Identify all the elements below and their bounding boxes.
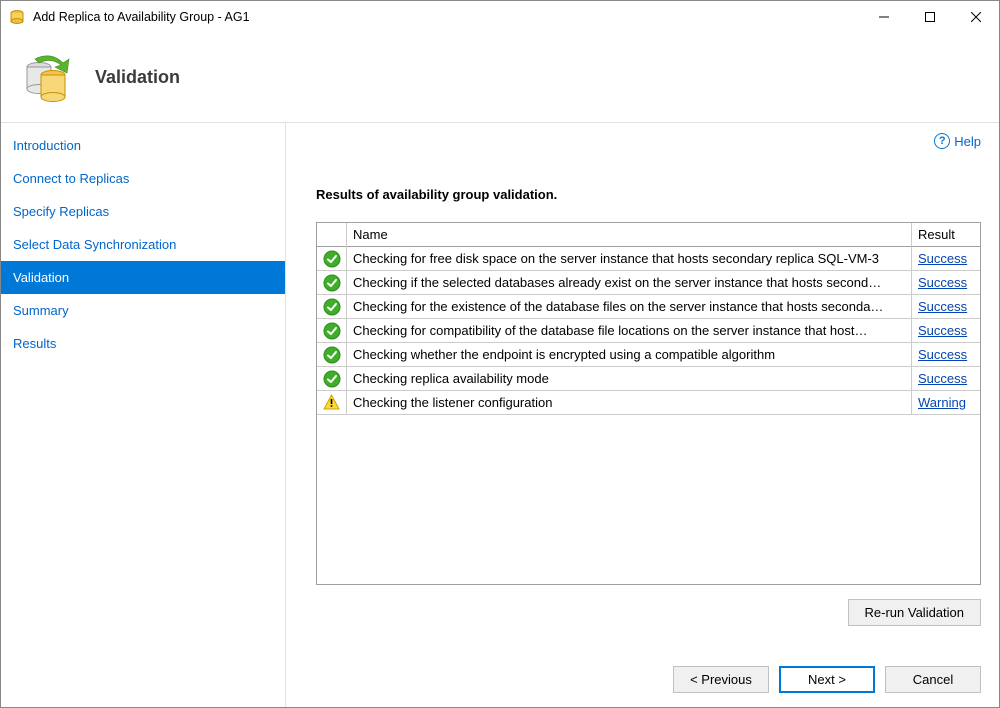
row-name: Checking the listener configuration bbox=[347, 391, 912, 414]
grid-body: Checking for free disk space on the serv… bbox=[317, 247, 980, 584]
page-title: Validation bbox=[95, 67, 180, 88]
cancel-button[interactable]: Cancel bbox=[885, 666, 981, 693]
row-name: Checking for compatibility of the databa… bbox=[347, 319, 912, 342]
help-link[interactable]: ? Help bbox=[934, 133, 981, 149]
row-status-icon bbox=[317, 342, 347, 368]
table-row[interactable]: Checking the listener configurationWarni… bbox=[317, 391, 980, 415]
sidebar-item-validation[interactable]: Validation bbox=[1, 261, 285, 294]
grid-header-name[interactable]: Name bbox=[347, 223, 912, 247]
sidebar-item-results[interactable]: Results bbox=[1, 327, 285, 360]
maximize-button[interactable] bbox=[907, 1, 953, 33]
sidebar-item-connect-to-replicas[interactable]: Connect to Replicas bbox=[1, 162, 285, 195]
row-status-icon bbox=[317, 390, 347, 415]
success-icon bbox=[323, 298, 341, 316]
row-result-link[interactable]: Success bbox=[912, 271, 980, 294]
row-result-link[interactable]: Success bbox=[912, 319, 980, 342]
row-status-icon bbox=[317, 294, 347, 320]
success-icon bbox=[323, 250, 341, 268]
wizard-body: Introduction Connect to Replicas Specify… bbox=[1, 123, 999, 707]
row-name: Checking for the existence of the databa… bbox=[347, 295, 912, 318]
wizard-footer: < Previous Next > Cancel bbox=[316, 666, 981, 693]
next-button[interactable]: Next > bbox=[779, 666, 875, 693]
window-controls bbox=[861, 1, 999, 33]
rerun-validation-button[interactable]: Re-run Validation bbox=[848, 599, 981, 626]
results-heading: Results of availability group validation… bbox=[316, 187, 981, 202]
minimize-button[interactable] bbox=[861, 1, 907, 33]
row-name: Checking replica availability mode bbox=[347, 367, 912, 390]
previous-button[interactable]: < Previous bbox=[673, 666, 769, 693]
row-name: Checking whether the endpoint is encrypt… bbox=[347, 343, 912, 366]
row-name: Checking if the selected databases alrea… bbox=[347, 271, 912, 294]
grid-header: Name Result bbox=[317, 223, 980, 247]
row-status-icon bbox=[317, 318, 347, 344]
wizard-header: Validation bbox=[1, 33, 999, 123]
success-icon bbox=[323, 322, 341, 340]
row-status-icon bbox=[317, 270, 347, 296]
help-icon: ? bbox=[934, 133, 950, 149]
success-icon bbox=[323, 370, 341, 388]
row-status-icon bbox=[317, 366, 347, 392]
table-row[interactable]: Checking for free disk space on the serv… bbox=[317, 247, 980, 271]
row-result-link[interactable]: Success bbox=[912, 343, 980, 366]
grid-header-result[interactable]: Result bbox=[912, 223, 980, 247]
validation-results-grid: Name Result Checking for free disk space… bbox=[316, 222, 981, 585]
row-result-link[interactable]: Warning bbox=[912, 391, 980, 414]
sidebar-item-introduction[interactable]: Introduction bbox=[1, 129, 285, 162]
validation-header-icon bbox=[21, 53, 71, 103]
sidebar-item-specify-replicas[interactable]: Specify Replicas bbox=[1, 195, 285, 228]
row-result-link[interactable]: Success bbox=[912, 295, 980, 318]
grid-header-icon bbox=[317, 223, 347, 247]
wizard-sidebar: Introduction Connect to Replicas Specify… bbox=[1, 123, 286, 707]
row-name: Checking for free disk space on the serv… bbox=[347, 247, 912, 270]
help-label: Help bbox=[954, 134, 981, 149]
table-row[interactable]: Checking replica availability modeSucces… bbox=[317, 367, 980, 391]
row-status-icon bbox=[317, 246, 347, 272]
row-result-link[interactable]: Success bbox=[912, 247, 980, 270]
window-title: Add Replica to Availability Group - AG1 bbox=[33, 10, 250, 24]
success-icon bbox=[323, 274, 341, 292]
row-result-link[interactable]: Success bbox=[912, 367, 980, 390]
content-pane: ? Help Results of availability group val… bbox=[286, 123, 999, 707]
table-row[interactable]: Checking if the selected databases alrea… bbox=[317, 271, 980, 295]
sidebar-item-select-data-sync[interactable]: Select Data Synchronization bbox=[1, 228, 285, 261]
close-button[interactable] bbox=[953, 1, 999, 33]
sidebar-item-summary[interactable]: Summary bbox=[1, 294, 285, 327]
success-icon bbox=[323, 346, 341, 364]
table-row[interactable]: Checking for compatibility of the databa… bbox=[317, 319, 980, 343]
table-row[interactable]: Checking for the existence of the databa… bbox=[317, 295, 980, 319]
app-icon bbox=[9, 9, 25, 25]
titlebar: Add Replica to Availability Group - AG1 bbox=[1, 1, 999, 33]
warning-icon bbox=[323, 394, 340, 411]
table-row[interactable]: Checking whether the endpoint is encrypt… bbox=[317, 343, 980, 367]
